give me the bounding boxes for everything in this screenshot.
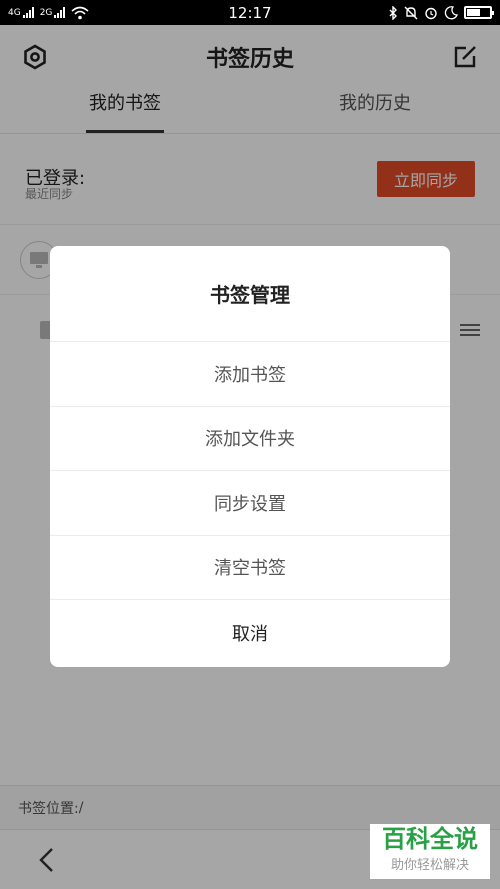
network-type-2: 2G [39,8,53,18]
clear-bookmarks-option[interactable]: 清空书签 [50,534,450,600]
signal-icon: 4G [8,7,34,18]
signal-icon-2: 2G [40,7,66,18]
sync-settings-option[interactable]: 同步设置 [50,470,450,535]
bell-muted-icon [404,6,418,19]
bookmark-manage-dialog: 书签管理 添加书签 添加文件夹 同步设置 清空书签 取消 [50,246,450,667]
watermark-title: 百科全说 [382,825,478,853]
alarm-icon [425,7,437,19]
add-folder-option[interactable]: 添加文件夹 [50,405,450,471]
dialog-title: 书签管理 [210,283,290,307]
add-bookmark-option[interactable]: 添加书签 [50,341,450,406]
cancel-button[interactable]: 取消 [50,599,450,666]
wifi-icon [71,6,89,19]
network-type: 4G [8,8,21,18]
status-bar: 4G 2G 12:17 [0,0,500,25]
watermark-subtitle: 助你轻松解决 [390,858,469,873]
bluetooth-icon [389,5,397,20]
battery-icon [464,6,494,19]
moon-icon [444,5,458,19]
watermark-logo: 百科全说 助你轻松解决 [370,824,490,879]
